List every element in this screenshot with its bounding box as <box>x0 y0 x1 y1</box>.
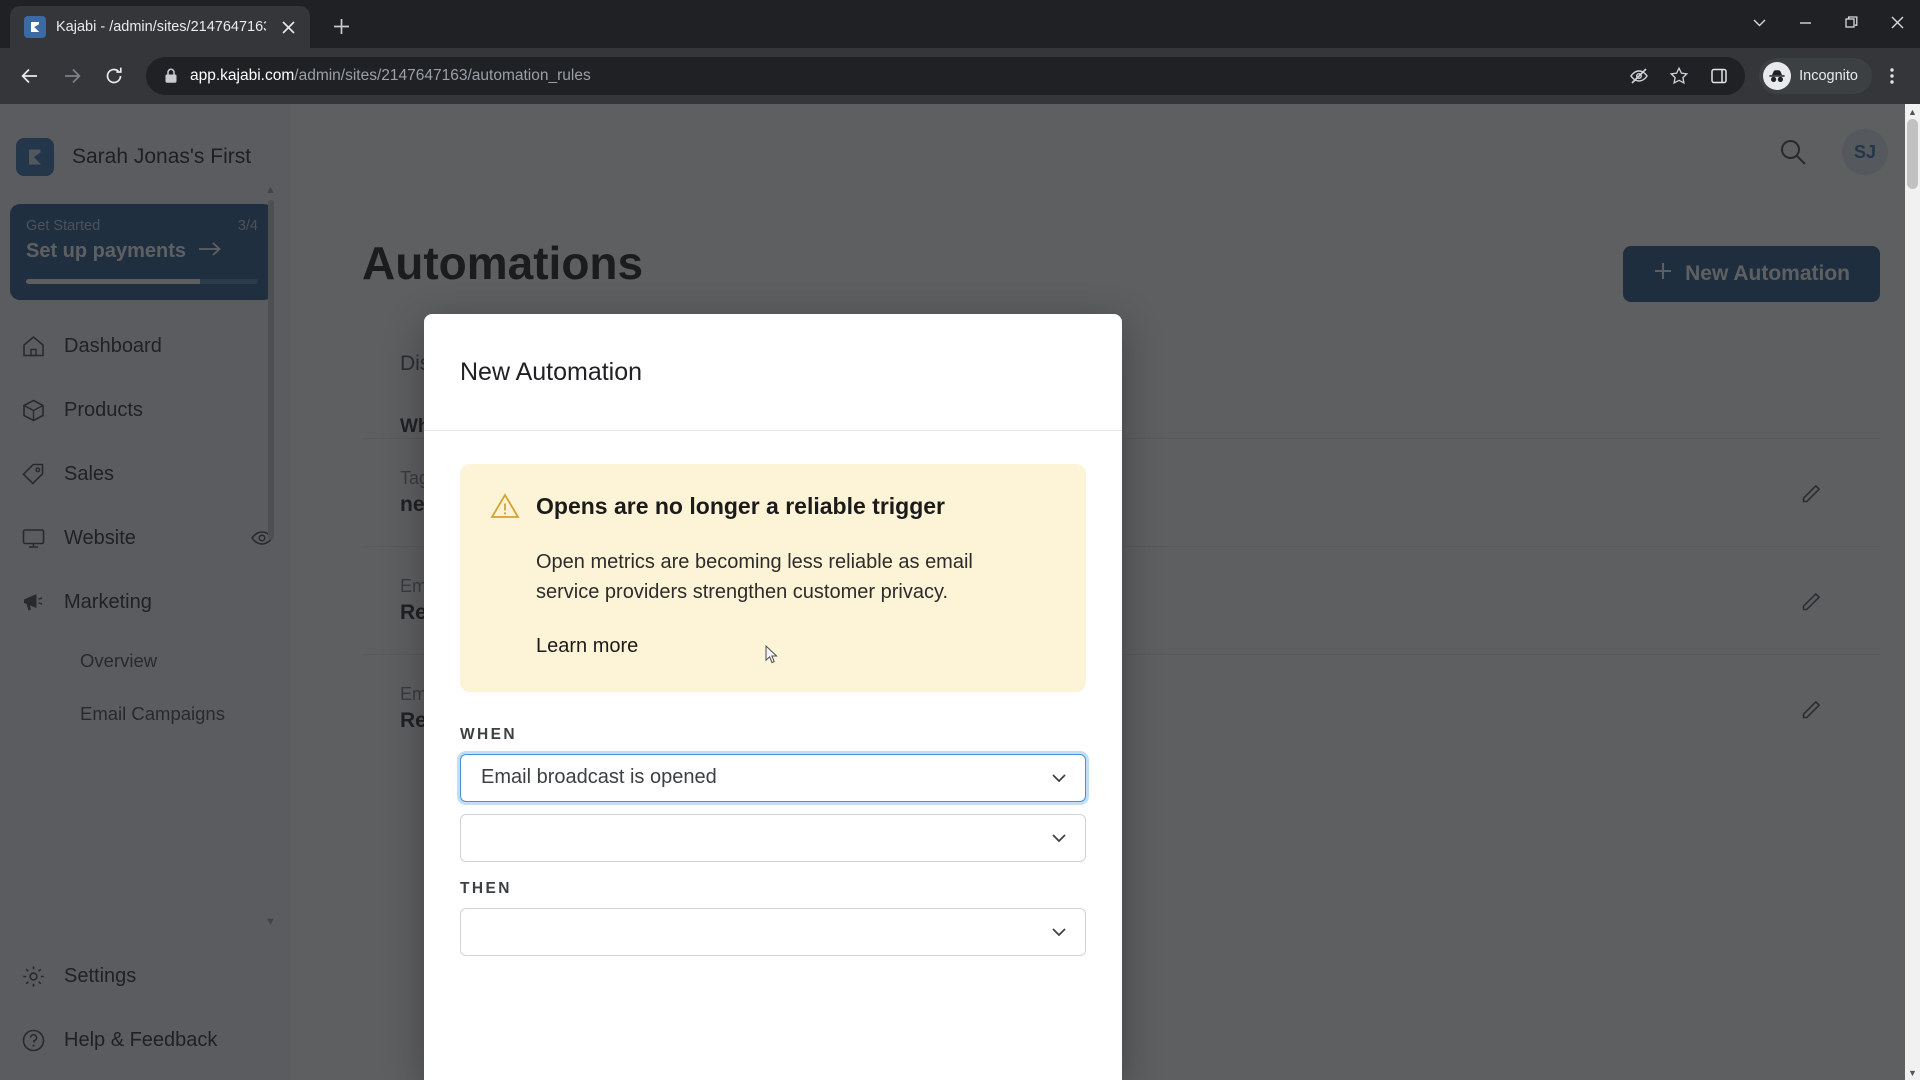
chevron-down-icon <box>1049 922 1069 942</box>
close-icon[interactable] <box>1874 0 1920 44</box>
modal-body: Opens are no longer a reliable trigger O… <box>424 431 1122 956</box>
warning-triangle-icon <box>490 492 520 525</box>
then-label: THEN <box>460 879 512 897</box>
browser-tab[interactable]: Kajabi - /admin/sites/2147647163 <box>10 6 310 48</box>
alert-title: Opens are no longer a reliable trigger <box>536 493 946 519</box>
address-bar[interactable]: app.kajabi.com/admin/sites/2147647163/au… <box>146 57 1746 95</box>
scroll-up-arrow-icon[interactable]: ▲ <box>1905 104 1920 119</box>
alert-body: Open metrics are becoming less reliable … <box>536 551 973 604</box>
three-dots-vertical-icon[interactable] <box>1874 58 1910 94</box>
panel-icon[interactable] <box>1701 58 1737 94</box>
tab-strip: Kajabi - /admin/sites/2147647163 <box>0 0 358 48</box>
eye-slash-icon[interactable] <box>1621 58 1657 94</box>
learn-more-link[interactable]: Learn more <box>490 635 638 658</box>
when-trigger-select[interactable]: Email broadcast is opened <box>460 753 1086 802</box>
browser-titlebar: Kajabi - /admin/sites/2147647163 <box>0 0 1920 48</box>
alert-header: Opens are no longer a reliable trigger <box>490 492 1056 525</box>
restore-icon[interactable] <box>1828 0 1874 44</box>
forward-arrow-icon[interactable] <box>52 56 92 96</box>
kajabi-logo-icon <box>24 16 46 38</box>
modal-header: New Automation <box>424 314 1122 431</box>
browser-window: Kajabi - /admin/sites/2147647163 app.kaj… <box>0 0 1920 1080</box>
window-controls <box>1736 0 1920 44</box>
when-trigger-value: Email broadcast is opened <box>481 766 717 789</box>
modal-title: New Automation <box>460 357 643 386</box>
lock-icon <box>164 68 178 84</box>
then-action-select[interactable] <box>460 907 1086 956</box>
page-scrollbar[interactable]: ▲ ▼ <box>1905 104 1920 1080</box>
when-detail-select[interactable] <box>460 813 1086 862</box>
scrollbar-thumb[interactable] <box>1907 119 1918 189</box>
chevron-down-icon <box>1049 828 1069 848</box>
reload-icon[interactable] <box>94 56 134 96</box>
scroll-down-arrow-icon[interactable]: ▼ <box>1905 1065 1920 1080</box>
back-arrow-icon[interactable] <box>10 56 50 96</box>
warning-alert: Opens are no longer a reliable trigger O… <box>460 464 1086 692</box>
incognito-icon <box>1763 62 1792 90</box>
chevron-down-icon[interactable] <box>1736 0 1782 44</box>
chevron-down-icon <box>1049 768 1069 788</box>
new-automation-modal: New Automation Opens are no longer a rel… <box>424 314 1122 1080</box>
url-text: app.kajabi.com/admin/sites/2147647163/au… <box>190 67 591 84</box>
close-icon[interactable] <box>276 15 300 39</box>
profile-label: Incognito <box>1799 68 1858 84</box>
browser-toolbar: app.kajabi.com/admin/sites/2147647163/au… <box>0 48 1920 104</box>
minimize-icon[interactable] <box>1782 0 1828 44</box>
new-tab-button[interactable] <box>324 9 358 43</box>
profile-incognito-button[interactable]: Incognito <box>1759 58 1872 94</box>
star-icon[interactable] <box>1661 58 1697 94</box>
page-viewport: Sarah Jonas's First Get Started 3/4 Set … <box>0 104 1920 1080</box>
omnibox-actions <box>1621 58 1737 94</box>
when-label: WHEN <box>460 725 517 743</box>
tab-title: Kajabi - /admin/sites/2147647163 <box>56 19 266 35</box>
